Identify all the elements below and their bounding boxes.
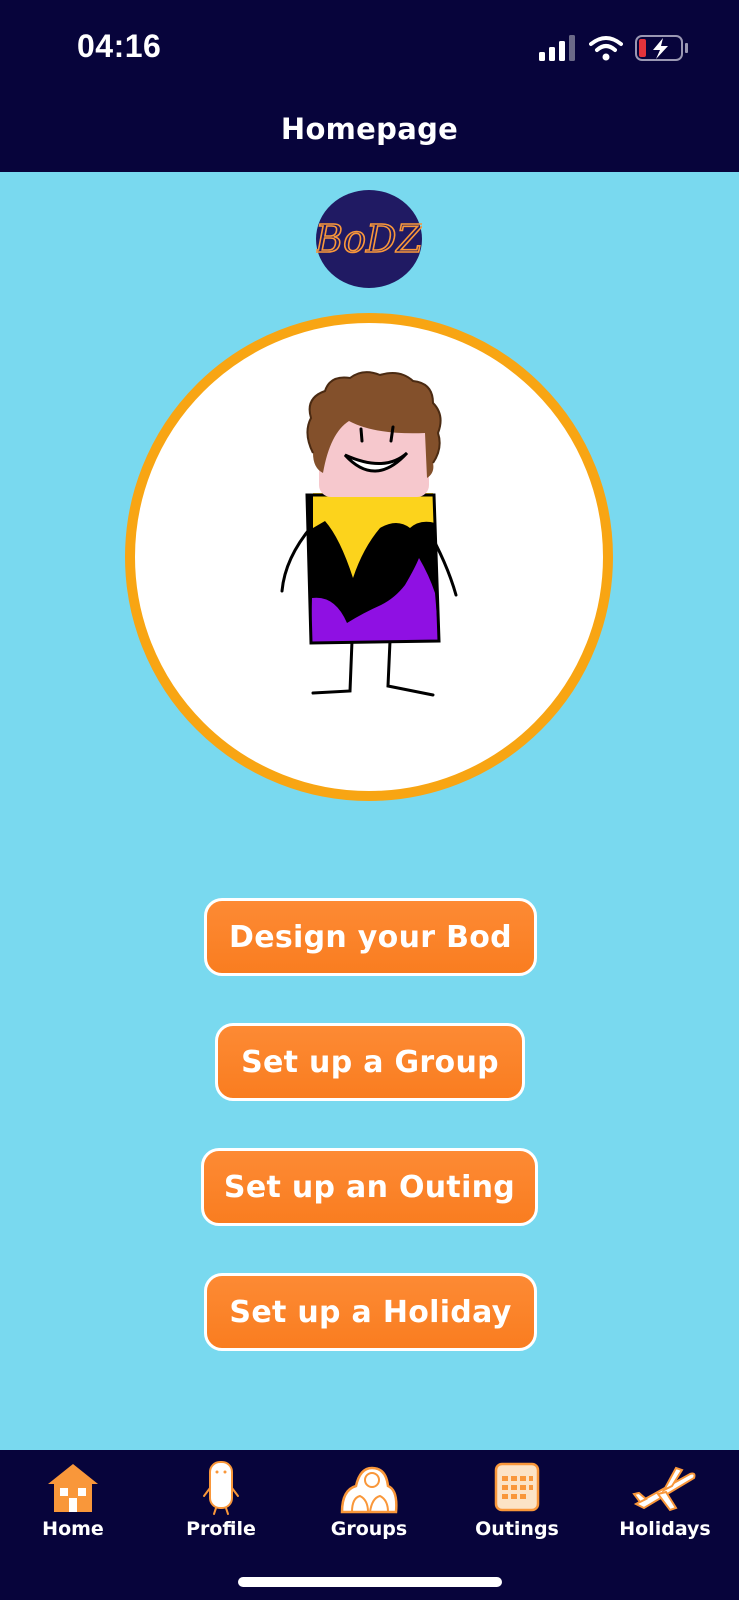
bod-figure-icon xyxy=(203,1461,239,1515)
bod-avatar[interactable] xyxy=(125,313,613,801)
home-indicator xyxy=(238,1577,502,1587)
nav-groups[interactable]: Groups xyxy=(304,1450,434,1560)
house-icon xyxy=(48,1464,98,1512)
bodz-logo: BoDZ xyxy=(313,190,424,288)
battery-charging-icon xyxy=(635,35,688,61)
bod-figure-illustration xyxy=(280,371,458,697)
nav-outings[interactable]: Outings xyxy=(452,1450,582,1560)
app-header: 04:16 Homepage xyxy=(0,0,739,172)
bodz-logo-text: BoDZ xyxy=(313,216,424,262)
set-up-outing-button[interactable]: Set up an Outing xyxy=(201,1148,538,1226)
status-icons xyxy=(539,34,689,62)
airplane-icon xyxy=(632,1466,696,1512)
set-up-group-button[interactable]: Set up a Group xyxy=(215,1023,525,1101)
nav-holidays[interactable]: Holidays xyxy=(600,1450,730,1560)
nav-home[interactable]: Home xyxy=(8,1450,138,1560)
group-icon xyxy=(340,1466,398,1514)
calendar-icon xyxy=(494,1462,540,1512)
nav-profile-label: Profile xyxy=(186,1518,256,1540)
nav-groups-label: Groups xyxy=(330,1518,408,1540)
nav-profile[interactable]: Profile xyxy=(156,1450,286,1560)
page-title: Homepage xyxy=(280,112,459,146)
design-your-bod-button[interactable]: Design your Bod xyxy=(204,898,537,976)
nav-outings-label: Outings xyxy=(475,1518,559,1540)
nav-home-label: Home xyxy=(42,1518,104,1540)
status-time: 04:16 xyxy=(77,28,162,64)
signal-icon xyxy=(539,35,575,61)
svg-text:BoDZ: BoDZ xyxy=(316,217,422,261)
nav-holidays-label: Holidays xyxy=(619,1518,711,1540)
set-up-holiday-button[interactable]: Set up a Holiday xyxy=(204,1273,537,1351)
wifi-icon xyxy=(589,36,623,61)
